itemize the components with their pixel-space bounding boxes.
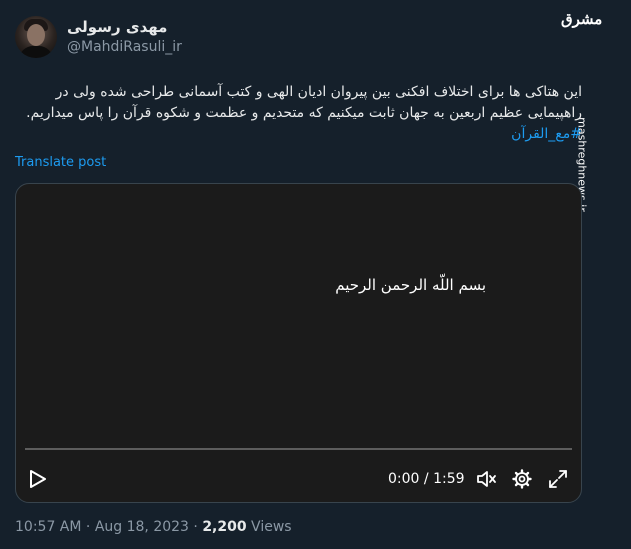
meta-separator-2: ·: [188, 519, 203, 535]
time-separator: /: [419, 471, 434, 487]
avatar[interactable]: [15, 16, 57, 58]
current-time: 0:00: [388, 471, 420, 487]
post-time[interactable]: 10:57 AM: [15, 519, 81, 535]
fullscreen-icon[interactable]: [548, 469, 568, 489]
gear-icon[interactable]: [512, 469, 532, 489]
duration: 1:59: [433, 471, 465, 487]
hashtag-link[interactable]: #مع_القرآن: [22, 124, 582, 145]
author-handle[interactable]: @MahdiRasuli_ir: [67, 39, 182, 55]
time-display: 0:00 / 1:59: [388, 471, 465, 487]
author-display-name[interactable]: مهدی رسولی: [67, 18, 167, 36]
views-label: Views: [246, 519, 292, 535]
watermark-logo-text: مشرق: [561, 10, 603, 28]
tweet-body: این هتاکی ها برای اختلاف افکنی بین پیروا…: [26, 84, 582, 121]
tweet-meta: 10:57 AM · Aug 18, 2023 · 2,200 Views: [15, 519, 292, 535]
meta-separator: ·: [81, 519, 95, 535]
views-count: 2,200: [202, 519, 247, 535]
progress-bar[interactable]: [25, 448, 572, 450]
video-player[interactable]: بسم اللّه الرحمن الرحیم 0:00 / 1:59: [15, 183, 582, 503]
translate-post-link[interactable]: Translate post: [15, 155, 106, 170]
video-caption: بسم اللّه الرحمن الرحیم: [335, 276, 486, 294]
play-icon[interactable]: [30, 470, 46, 488]
volume-icon[interactable]: [476, 470, 498, 488]
post-date[interactable]: Aug 18, 2023: [95, 519, 189, 535]
tweet-text: این هتاکی ها برای اختلاف افکنی بین پیروا…: [22, 82, 582, 145]
watermark-logo: مشرق: [561, 10, 602, 46]
